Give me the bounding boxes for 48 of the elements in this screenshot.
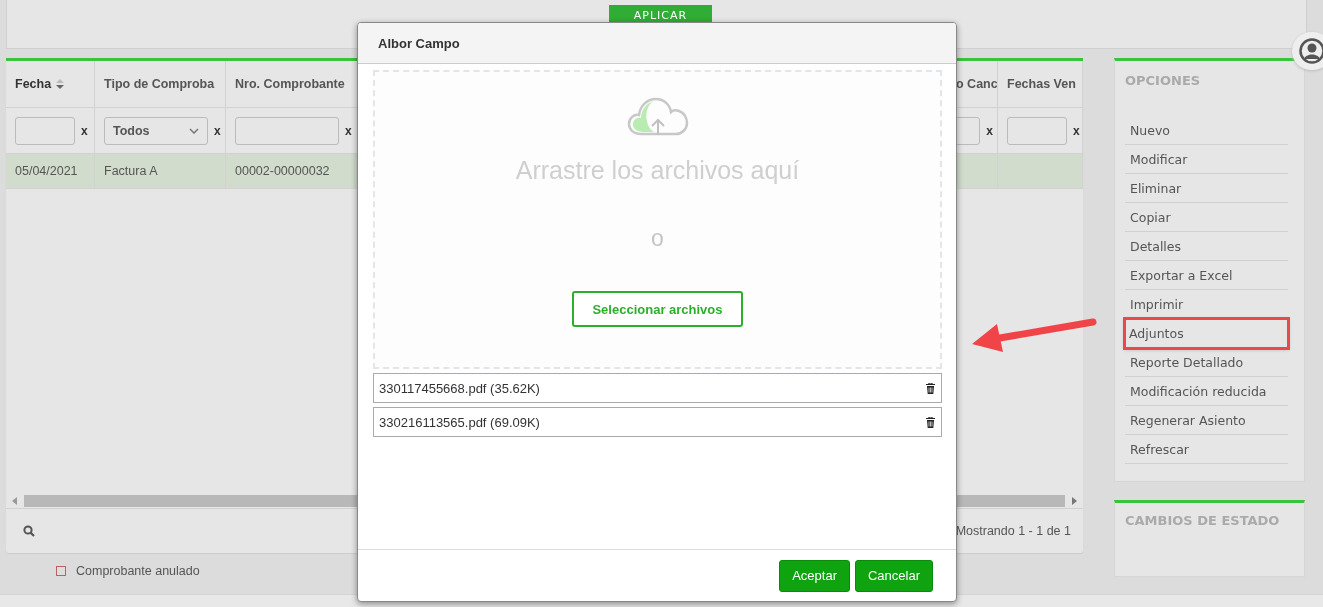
option-item[interactable]: Eliminar bbox=[1125, 174, 1288, 203]
column-header[interactable]: Nro. Comprobante bbox=[235, 77, 345, 91]
clear-filter-button[interactable]: x bbox=[345, 123, 352, 138]
search-icon[interactable] bbox=[23, 525, 35, 537]
column-header[interactable]: Fecha bbox=[15, 77, 52, 91]
table-cell: 05/04/2021 bbox=[15, 164, 78, 178]
column-header[interactable]: Fechas Ven bbox=[1007, 77, 1076, 91]
option-item[interactable]: Detalles bbox=[1125, 232, 1288, 261]
caret-icon bbox=[189, 127, 199, 134]
option-item[interactable]: Copiar bbox=[1125, 203, 1288, 232]
cloud-upload-icon bbox=[626, 96, 689, 136]
legend-swatch bbox=[56, 566, 66, 576]
filter-input[interactable] bbox=[235, 116, 339, 145]
table-cell: 00002-00000032 bbox=[235, 164, 330, 178]
filter-dropdown[interactable]: Todos bbox=[104, 116, 208, 145]
option-item[interactable]: Reporte Detallado bbox=[1125, 348, 1288, 377]
table-cell: Factura A bbox=[104, 164, 158, 178]
option-item[interactable]: Exportar a Excel bbox=[1125, 261, 1288, 290]
pagination-status: Mostrando 1 - 1 de 1 bbox=[955, 524, 1072, 538]
clear-filter-button[interactable]: x bbox=[214, 123, 221, 138]
clear-filter-button[interactable]: x bbox=[1073, 123, 1080, 138]
separator-text: o bbox=[651, 225, 664, 252]
trash-icon[interactable] bbox=[926, 382, 935, 394]
option-item[interactable]: Regenerar Asiento bbox=[1125, 406, 1288, 435]
clear-filter-button[interactable]: x bbox=[81, 123, 88, 138]
filter-input[interactable] bbox=[1007, 116, 1067, 145]
accept-button[interactable]: Aceptar bbox=[779, 559, 850, 592]
sort-icon bbox=[56, 79, 65, 89]
option-item[interactable]: Refrescar bbox=[1125, 435, 1288, 464]
trash-icon[interactable] bbox=[926, 416, 935, 428]
panel-title: OPCIONES bbox=[1125, 73, 1202, 88]
option-item[interactable]: Nuevo bbox=[1125, 116, 1288, 145]
legend-label: Comprobante anulado bbox=[76, 564, 200, 578]
scroll-left-icon[interactable] bbox=[12, 497, 18, 505]
column-header[interactable]: o Canc bbox=[956, 77, 997, 91]
file-name: 330216113565.pdf (69.09K) bbox=[379, 414, 540, 430]
scroll-right-icon[interactable] bbox=[1071, 497, 1077, 505]
option-item[interactable]: Adjuntos bbox=[1125, 319, 1288, 348]
option-item[interactable]: Imprimir bbox=[1125, 290, 1288, 319]
file-name: 330117455668.pdf (35.62K) bbox=[379, 380, 540, 396]
panel-title: CAMBIOS DE ESTADO bbox=[1125, 513, 1281, 528]
filter-input[interactable] bbox=[15, 116, 75, 145]
cancel-button[interactable]: Cancelar bbox=[854, 559, 933, 592]
option-item[interactable]: Modificar bbox=[1125, 145, 1288, 174]
option-item[interactable]: Modificación reducida bbox=[1125, 377, 1288, 406]
column-header[interactable]: Tipo de Comproba bbox=[104, 77, 215, 91]
clear-filter-button[interactable]: x bbox=[986, 123, 993, 138]
dialog-title: Albor Campo bbox=[378, 35, 460, 51]
